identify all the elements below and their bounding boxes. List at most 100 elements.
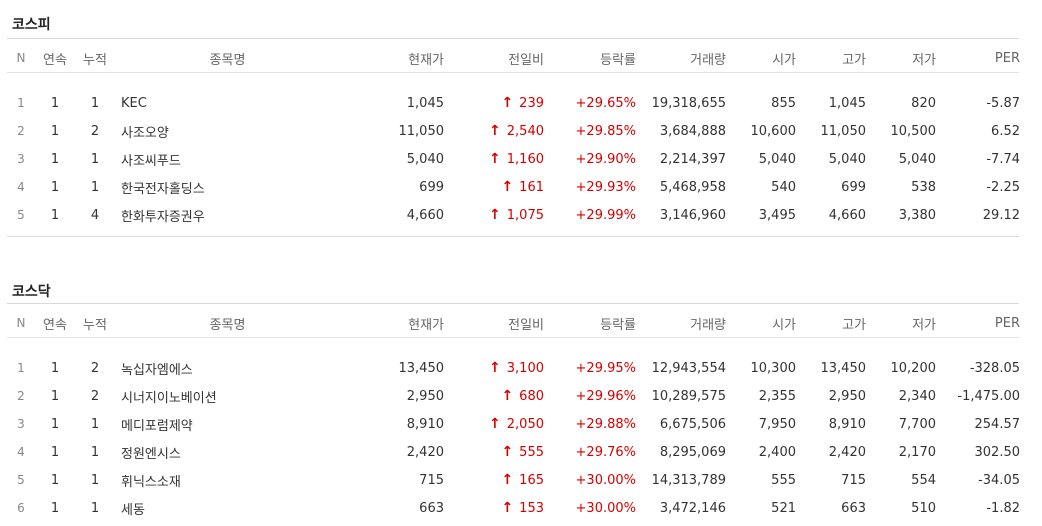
per-cell: 302.50 <box>974 444 1021 460</box>
volume-cell: 10,289,575 <box>651 388 726 404</box>
stock-name-link[interactable]: 사조씨푸드 <box>121 154 181 169</box>
change-value: 680 <box>519 389 544 404</box>
divider <box>7 236 1019 237</box>
rank-cell: 5 <box>17 473 25 487</box>
open-cell: 540 <box>771 179 796 195</box>
high-cell: 699 <box>841 179 866 195</box>
rank-cell: 5 <box>17 208 25 222</box>
cumulative-cell: 1 <box>90 151 100 167</box>
stock-name-link[interactable]: 한화투자증권우 <box>121 210 205 225</box>
rate-cell: +29.76% <box>575 444 636 460</box>
change-cell: ↑ 165 <box>444 466 544 494</box>
open-cell: 2,355 <box>758 388 796 404</box>
stock-name-link[interactable]: 녹십자엠에스 <box>121 363 193 378</box>
rate-cell: +29.93% <box>575 179 636 195</box>
stock-name-link[interactable]: 사조오양 <box>121 126 169 141</box>
low-cell: 10,200 <box>890 360 937 376</box>
continuous-cell: 1 <box>50 416 60 432</box>
stock-name-link[interactable]: KEC <box>121 96 147 111</box>
high-cell: 13,450 <box>820 360 867 376</box>
price-cell: 2,420 <box>406 444 444 460</box>
open-cell: 10,600 <box>750 123 797 139</box>
stock-name-cell: 정원엔시스 <box>115 438 340 466</box>
up-arrow-icon: ↑ <box>501 95 514 111</box>
change-value: 3,100 <box>506 361 544 376</box>
volume-cell: 5,468,958 <box>659 179 726 195</box>
change-cell: ↑ 2,540 <box>444 117 544 145</box>
open-cell: 555 <box>771 472 796 488</box>
stock-name-cell: 메디포럼제약 <box>115 410 340 438</box>
per-cell: 254.57 <box>974 416 1021 432</box>
stock-name-cell: 한국전자홀딩스 <box>115 173 340 201</box>
section-title-kosdaq: 코스닥 <box>12 284 51 300</box>
continuous-cell: 1 <box>50 123 60 139</box>
volume-cell: 19,318,655 <box>651 95 726 111</box>
stock-name-cell: 사조씨푸드 <box>115 145 340 173</box>
cumulative-cell: 2 <box>90 388 100 404</box>
divider <box>7 337 1019 338</box>
stock-name-link[interactable]: 정원엔시스 <box>121 447 181 462</box>
change-cell: ↑ 3,100 <box>444 354 544 382</box>
price-cell: 11,050 <box>398 123 445 139</box>
table-row: 2 1 2 사조오양 11,050 ↑ 2,540 +29.85% 3,684,888 10,60… <box>7 117 1020 145</box>
up-arrow-icon: ↑ <box>501 388 514 404</box>
open-cell: 521 <box>771 500 796 516</box>
price-cell: 8,910 <box>406 416 444 432</box>
open-cell: 10,300 <box>750 360 797 376</box>
cumulative-cell: 1 <box>90 472 100 488</box>
stock-name-cell: 한화투자증권우 <box>115 201 340 229</box>
rank-cell: 1 <box>17 96 25 110</box>
volume-cell: 8,295,069 <box>659 444 726 460</box>
cumulative-cell: 2 <box>90 360 100 376</box>
spacer-cell <box>7 77 1020 89</box>
change-cell: ↑ 680 <box>444 382 544 410</box>
change-value: 161 <box>519 180 544 195</box>
price-cell: 1,045 <box>406 95 444 111</box>
high-cell: 11,050 <box>820 123 867 139</box>
open-cell: 7,950 <box>758 416 796 432</box>
up-arrow-icon: ↑ <box>501 500 514 516</box>
rate-cell: +29.88% <box>575 416 636 432</box>
stock-name-link[interactable]: 시너지이노베이션 <box>121 391 217 406</box>
rate-cell: +29.99% <box>575 207 636 223</box>
cumulative-cell: 1 <box>90 444 100 460</box>
kospi-table: N 연속 누적 종목명 현재가 전일비 등락률 거래량 시가 고가 저가 PER… <box>7 39 1021 229</box>
cumulative-cell: 1 <box>90 179 100 195</box>
stock-name-cell: 세동 <box>115 494 340 522</box>
low-cell: 2,170 <box>898 444 936 460</box>
table-row: 1 1 2 녹십자엠에스 13,450 ↑ 3,100 +29.95% 12,943,554 10… <box>7 354 1020 382</box>
cumulative-cell: 4 <box>90 207 100 223</box>
continuous-cell: 1 <box>50 388 60 404</box>
per-cell: 6.52 <box>991 123 1020 139</box>
up-arrow-icon: ↑ <box>489 360 501 376</box>
continuous-cell: 1 <box>50 472 60 488</box>
change-value: 153 <box>519 501 544 516</box>
per-cell: -328.05 <box>969 360 1020 376</box>
rank-cell: 4 <box>17 445 25 459</box>
low-cell: 3,380 <box>898 207 936 223</box>
rate-cell: +30.00% <box>575 500 636 516</box>
rank-cell: 6 <box>17 501 25 515</box>
change-cell: ↑ 239 <box>444 89 544 117</box>
change-cell: ↑ 2,050 <box>444 410 544 438</box>
stock-name-link[interactable]: 휘닉스소재 <box>121 475 181 490</box>
cumulative-cell: 2 <box>90 123 100 139</box>
rate-cell: +29.95% <box>575 360 636 376</box>
per-cell: -7.74 <box>986 151 1020 167</box>
stock-name-cell: 사조오양 <box>115 117 340 145</box>
volume-cell: 3,472,146 <box>659 500 726 516</box>
volume-cell: 12,943,554 <box>651 360 726 376</box>
high-cell: 5,040 <box>828 151 866 167</box>
volume-cell: 2,214,397 <box>659 151 726 167</box>
per-cell: -2.25 <box>986 179 1020 195</box>
change-value: 555 <box>519 445 544 460</box>
kosdaq-rows: 1 1 2 녹십자엠에스 13,450 ↑ 3,100 +29.95% 12,943,554 10… <box>7 342 1020 522</box>
stock-name-link[interactable]: 한국전자홀딩스 <box>121 182 205 197</box>
rank-cell: 1 <box>17 361 25 375</box>
low-cell: 538 <box>911 179 936 195</box>
change-cell: ↑ 1,075 <box>444 201 544 229</box>
change-value: 2,540 <box>506 124 544 139</box>
stock-name-link[interactable]: 세동 <box>121 503 145 518</box>
up-arrow-icon: ↑ <box>489 207 501 223</box>
stock-name-link[interactable]: 메디포럼제약 <box>121 419 193 434</box>
